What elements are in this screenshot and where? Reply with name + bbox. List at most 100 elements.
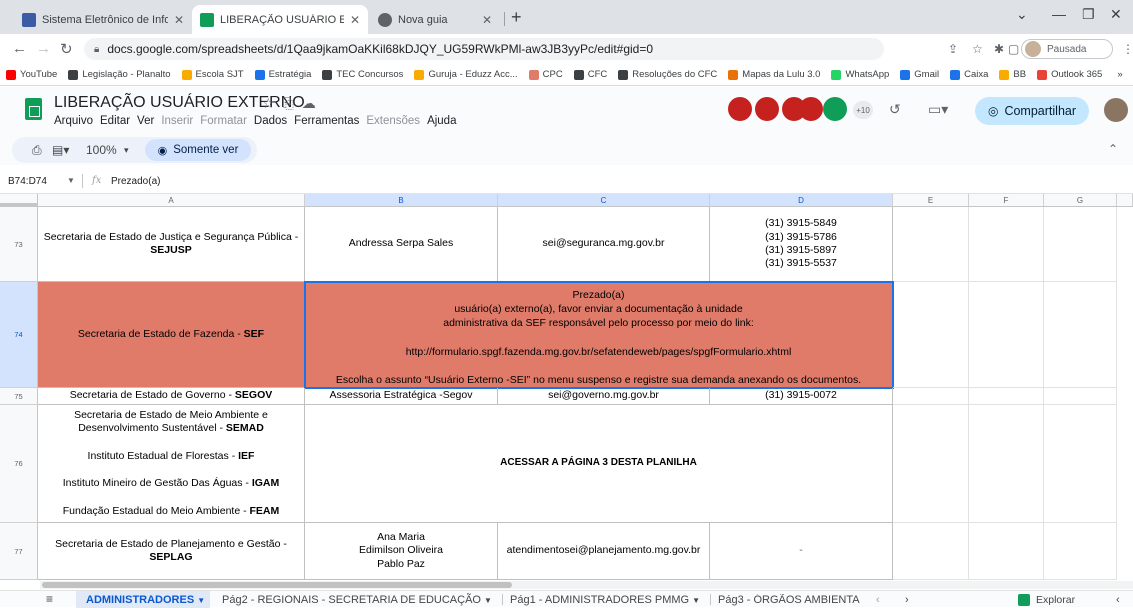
collaborator-avatar[interactable] — [755, 97, 779, 121]
browser-tab-sei[interactable]: Sistema Eletrônico de Informação ✕ — [14, 5, 192, 34]
menu-item[interactable]: Editar — [100, 115, 130, 127]
chevron-down-icon[interactable]: ▼ — [67, 176, 75, 185]
address-bar[interactable]: 🔒︎ docs.google.com/spreadsheets/d/1Qaa9j… — [84, 38, 884, 60]
bookmark-item[interactable]: TEC Concursos — [322, 69, 403, 80]
cell-g75[interactable] — [1044, 388, 1117, 405]
cell-g73[interactable] — [1044, 207, 1117, 282]
more-bookmarks-icon[interactable]: » — [1117, 69, 1122, 80]
cell-f77[interactable] — [969, 523, 1044, 580]
profile-button[interactable]: Pausada — [1021, 39, 1113, 59]
cell-e76[interactable] — [893, 405, 969, 523]
share-button[interactable]: ◎ Compartilhar — [975, 97, 1089, 125]
column-header-g[interactable]: G — [1044, 194, 1117, 207]
collaborator-avatar[interactable] — [823, 97, 847, 121]
cell-a74[interactable]: Secretaria de Estado de Fazenda - SEF — [38, 282, 305, 388]
history-icon[interactable]: ↺ — [889, 101, 901, 118]
select-all-corner[interactable] — [0, 194, 38, 207]
cell-d75[interactable]: (31) 3915-0072 — [710, 388, 893, 405]
close-icon[interactable]: ✕ — [350, 13, 360, 27]
restore-icon[interactable]: ❐ — [1082, 6, 1095, 23]
cell-b74-merged[interactable]: Prezado(a) usuário(a) externo(a), favor … — [305, 282, 893, 388]
sheet-tab-administradores[interactable]: ADMINISTRADORES ▼ — [86, 594, 205, 606]
cell-b73[interactable]: Andressa Serpa Sales — [305, 207, 498, 282]
menu-item[interactable]: Inserir — [161, 115, 193, 127]
sheet-tab-pag3[interactable]: Pág3 - ÓRGÃOS AMBIENTA — [718, 594, 864, 606]
row-header[interactable]: 73 — [0, 207, 38, 282]
cell-e77[interactable] — [893, 523, 969, 580]
cell-e74[interactable] — [893, 282, 969, 388]
chevron-left-icon[interactable]: ‹ — [1116, 594, 1120, 606]
cell-g76[interactable] — [1044, 405, 1117, 523]
cell-c75[interactable]: sei@governo.mg.gov.br — [498, 388, 710, 405]
star-icon[interactable]: ☆ — [972, 42, 983, 56]
column-header-f[interactable]: F — [969, 194, 1044, 207]
column-header-h[interactable] — [1117, 194, 1133, 207]
minimize-icon[interactable]: — — [1052, 6, 1066, 22]
chevron-down-icon[interactable]: ▾ — [124, 145, 129, 156]
menu-item[interactable]: Ferramentas — [294, 115, 359, 127]
chevron-up-icon[interactable]: ⌃ — [1108, 142, 1118, 156]
column-header-d[interactable]: D — [710, 194, 893, 207]
cell-b75[interactable]: Assessoria Estratégica -Segov — [305, 388, 498, 405]
menu-item[interactable]: Ver — [137, 115, 154, 127]
menu-item[interactable]: Formatar — [200, 115, 247, 127]
move-folder-icon[interactable]: ⎘ — [283, 95, 302, 111]
column-header-a[interactable]: A — [38, 194, 305, 207]
cell-a77[interactable]: Secretaria de Estado de Planejamento e G… — [38, 523, 305, 580]
cell-b77[interactable]: Ana Maria Edimilson Oliveira Pablo Paz — [305, 523, 498, 580]
spreadsheet-grid[interactable]: A B C D E F G 73 Secretaria de Estado de… — [0, 194, 1133, 580]
chevron-right-icon[interactable]: › — [905, 594, 909, 606]
bookmark-item[interactable]: Gmail — [900, 69, 939, 80]
extensions-puzzle-icon[interactable]: ✱ — [994, 42, 1004, 56]
horizontal-scrollbar[interactable] — [40, 581, 1133, 589]
cell-e75[interactable] — [893, 388, 969, 405]
browser-tab-sheet[interactable]: LIBERAÇÃO USUÁRIO EXTERNO ✕ — [192, 5, 368, 34]
cell-d73[interactable]: (31) 3915-5849 (31) 3915-5786 (31) 3915-… — [710, 207, 893, 282]
bookmark-item[interactable]: Legislação - Planalto — [68, 69, 171, 80]
row-header[interactable]: 75 — [0, 388, 38, 405]
bookmark-item[interactable]: Escola SJT — [181, 69, 244, 80]
bookmark-item[interactable]: YouTube — [6, 69, 57, 80]
avatar[interactable] — [1104, 98, 1128, 122]
bookmark-item[interactable]: CFC — [573, 69, 607, 80]
bookmark-item[interactable]: Guruja - Eduzz Acc... — [414, 69, 518, 80]
menu-item[interactable]: Dados — [254, 115, 287, 127]
cell-d77[interactable]: - — [710, 523, 893, 580]
close-icon[interactable]: ✕ — [482, 13, 492, 27]
close-icon[interactable]: ✕ — [174, 13, 184, 27]
sheets-logo-icon[interactable] — [25, 98, 42, 120]
zoom-select[interactable]: 100% — [86, 143, 117, 157]
cell-a73[interactable]: Secretaria de Estado de Justiça e Segura… — [38, 207, 305, 282]
explore-button[interactable]: Explorar — [1018, 592, 1096, 607]
forward-arrow-icon[interactable]: → — [36, 40, 51, 57]
kebab-menu-icon[interactable]: ⋮ — [1122, 42, 1133, 56]
row-header[interactable]: 74 — [0, 282, 38, 388]
menu-item[interactable]: Ajuda — [427, 115, 456, 127]
sheet-tab-pag1[interactable]: Pág1 - ADMINISTRADORES PMMG ▼ — [510, 594, 700, 606]
reload-icon[interactable]: ↻ — [60, 40, 73, 58]
cell-c73[interactable]: sei@seguranca.mg.gov.br — [498, 207, 710, 282]
back-arrow-icon[interactable]: ← — [12, 40, 27, 57]
print-icon[interactable]: ⎙ — [32, 143, 42, 158]
cell-f75[interactable] — [969, 388, 1044, 405]
column-header-c[interactable]: C — [498, 194, 710, 207]
menu-item[interactable]: Extensões — [366, 115, 420, 127]
cell-c77[interactable]: atendimentosei@planejamento.mg.gov.br — [498, 523, 710, 580]
column-header-e[interactable]: E — [893, 194, 969, 207]
chevron-left-icon[interactable]: ‹ — [876, 594, 880, 606]
more-collaborators-badge[interactable]: +10 — [853, 101, 873, 119]
bookmark-item[interactable]: CPC — [528, 69, 563, 80]
paint-format-icon[interactable]: ▤▾ — [52, 143, 69, 157]
close-icon[interactable]: ✕ — [1110, 6, 1122, 23]
collaborator-avatar[interactable] — [728, 97, 752, 121]
row-header[interactable]: 77 — [0, 523, 38, 580]
cloud-status-icon[interactable]: ☁ — [302, 95, 324, 111]
bookmark-item[interactable]: Outlook 365 — [1037, 69, 1102, 80]
bookmark-item[interactable]: WhatsApp — [831, 69, 889, 80]
formula-input[interactable]: Prezado(a) — [111, 176, 160, 187]
share-page-icon[interactable]: ⇪ — [948, 42, 958, 56]
chevron-down-icon[interactable]: ⌄ — [1016, 6, 1028, 23]
cell-f76[interactable] — [969, 405, 1044, 523]
column-header-b[interactable]: B — [305, 194, 498, 207]
cell-a75[interactable]: Secretaria de Estado de Governo - SEGOV — [38, 388, 305, 405]
